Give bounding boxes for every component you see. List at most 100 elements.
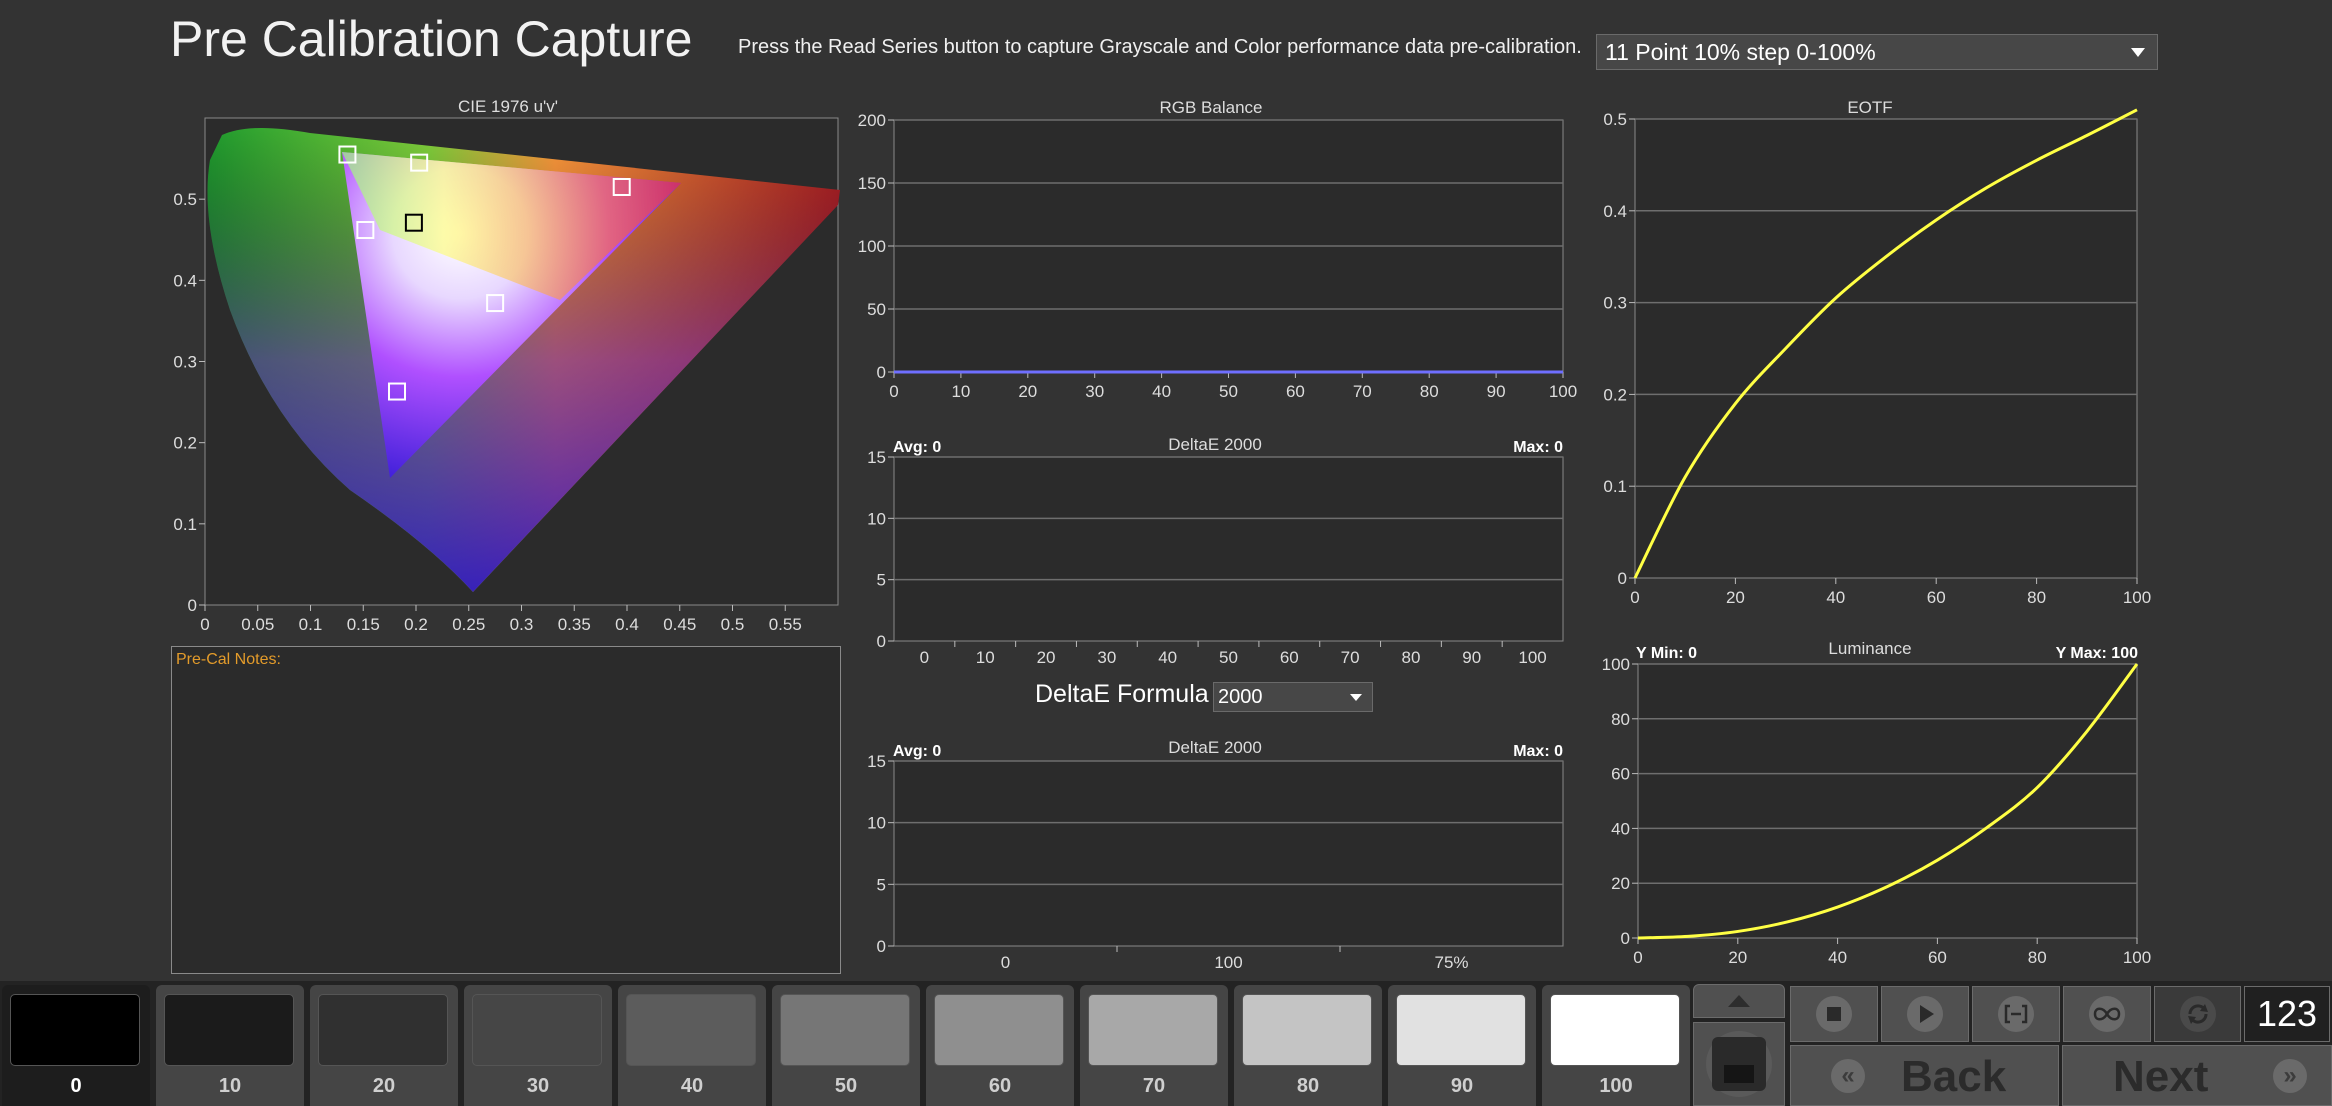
eotf-chart: EOTF 0 0.1 0.2 0.3 0.4 0.5 0 20 40 60 80 100	[1603, 98, 2151, 607]
rgb-xtick-label: 80	[1420, 382, 1439, 401]
de1-plot-area	[893, 456, 1564, 642]
swatch-color-chip	[1242, 994, 1372, 1066]
rgb-balance-chart: RGB Balance 0 50 100 150 200 0 10 20 30 40 50 60 70 8…	[858, 98, 1578, 401]
back-button[interactable]: « Back	[1790, 1045, 2059, 1106]
swatch-button-50[interactable]: 50	[772, 985, 920, 1106]
rgb-ytick-label: 200	[858, 111, 886, 130]
bracket-icon	[1998, 996, 2034, 1032]
deltae-formula-dropdown[interactable]: 2000	[1213, 682, 1373, 712]
swatch-color-chip	[1088, 994, 1218, 1066]
cie-xtick-label: 0.55	[769, 615, 802, 634]
swatch-color-chip	[934, 994, 1064, 1066]
play-button[interactable]	[1881, 986, 1969, 1042]
de1-category-label: 50	[1219, 648, 1238, 667]
luminance-ymin: Y Min: 0	[1636, 645, 1697, 662]
swatch-label: 0	[70, 1075, 82, 1097]
swatch-button-40[interactable]: 40	[618, 985, 766, 1106]
lum-xtick-label: 80	[2028, 948, 2047, 967]
lum-xtick-label: 20	[1728, 948, 1747, 967]
chevron-down-icon[interactable]	[1350, 694, 1362, 701]
notes-panel[interactable]: Pre-Cal Notes:	[171, 646, 841, 974]
lum-xtick-label: 100	[2123, 948, 2151, 967]
swatch-button-60[interactable]: 60	[926, 985, 1074, 1106]
eotf-ytick-label: 0.2	[1603, 385, 1627, 404]
lum-xtick-label: 0	[1633, 948, 1642, 967]
cie-xtick-label: 0.05	[241, 615, 274, 634]
next-button[interactable]: Next »	[2062, 1045, 2332, 1106]
lum-ytick-label: 40	[1611, 819, 1630, 838]
swatch-color-chip	[10, 994, 140, 1066]
refresh-button[interactable]	[2154, 986, 2241, 1042]
read-series-button[interactable]	[1693, 1022, 1785, 1106]
de1-category-label: 0	[920, 648, 929, 667]
swatch-color-chip	[318, 994, 448, 1066]
de1-category-label: 40	[1158, 648, 1177, 667]
cie-chart: CIE 1976 u'v' 0 0.05 0.1 0.15 0.2 0.25 0.3 0.35…	[173, 97, 840, 634]
de1-ytick-label: 5	[877, 571, 886, 590]
stop-button[interactable]	[1790, 986, 1878, 1042]
swatch-button-100[interactable]: 100	[1542, 985, 1690, 1106]
de1-category-label: 30	[1097, 648, 1116, 667]
de2-plot-area	[893, 760, 1564, 947]
rgb-xtick-label: 50	[1219, 382, 1238, 401]
continuous-button[interactable]	[2063, 986, 2151, 1042]
play-icon	[1907, 996, 1943, 1032]
cie-xtick-label: 0.5	[721, 615, 745, 634]
swatch-label: 60	[988, 1075, 1012, 1097]
eotf-ytick-label: 0.3	[1603, 294, 1627, 313]
rgb-xtick-label: 100	[1549, 382, 1577, 401]
swatch-color-chip	[472, 994, 602, 1066]
cie-xtick-label: 0.2	[404, 615, 428, 634]
eotf-plot-area	[1634, 118, 2138, 579]
de2-ytick-label: 5	[877, 875, 886, 894]
cie-ytick-label: 0.1	[173, 515, 197, 534]
swatch-button-90[interactable]: 90	[1388, 985, 1536, 1106]
de1-ytick-label: 0	[877, 632, 886, 651]
rgb-ytick-label: 100	[858, 237, 886, 256]
de2-category-label: 75%	[1434, 953, 1468, 972]
eotf-title: EOTF	[1847, 98, 1892, 117]
deltae-color-chart: Avg: 0 DeltaE 2000 Max: 0 0 5 10 15 0 100 75%	[867, 738, 1564, 972]
eotf-ytick-label: 0.4	[1603, 202, 1627, 221]
swatch-label: 20	[372, 1075, 396, 1097]
notes-label: Pre-Cal Notes:	[176, 651, 281, 668]
swatch-button-0[interactable]: 0	[2, 985, 150, 1106]
deltae-color-title: DeltaE 2000	[1168, 738, 1262, 757]
rgb-xtick-label: 0	[889, 382, 898, 401]
deltae-color-max: Max: 0	[1513, 743, 1563, 760]
de1-category-label: 20	[1037, 648, 1056, 667]
swatch-button-30[interactable]: 30	[464, 985, 612, 1106]
luminance-title: Luminance	[1828, 639, 1911, 658]
infinity-icon	[2089, 996, 2125, 1032]
swatch-button-10[interactable]: 10	[156, 985, 304, 1106]
swatch-label: 90	[1450, 1075, 1474, 1097]
deltae-grayscale-chart: Avg: 0 DeltaE 2000 Max: 0 0 5 10 15 0 10 20 30 4…	[867, 435, 1564, 667]
swatch-label: 50	[834, 1075, 858, 1097]
swatch-color-chip	[780, 994, 910, 1066]
eotf-xtick-label: 100	[2123, 588, 2151, 607]
de1-ytick-label: 15	[867, 448, 886, 467]
lum-ytick-label: 100	[1602, 655, 1630, 674]
eotf-ytick-label: 0.1	[1603, 477, 1627, 496]
next-button-label: Next	[2113, 1052, 2209, 1101]
swatch-button-80[interactable]: 80	[1234, 985, 1382, 1106]
lum-plot-area	[1637, 663, 2138, 939]
eotf-ytick-label: 0.5	[1603, 110, 1627, 129]
de1-category-label: 80	[1401, 648, 1420, 667]
rgb-ytick-label: 0	[877, 363, 886, 382]
swatch-button-20[interactable]: 20	[310, 985, 458, 1106]
step-up-button[interactable]	[1693, 984, 1785, 1018]
cie-ytick-label: 0.5	[173, 190, 197, 209]
de2-ytick-label: 15	[867, 752, 886, 771]
range-button[interactable]	[1972, 986, 2060, 1042]
rgb-xtick-label: 70	[1353, 382, 1372, 401]
triangle-up-icon	[1728, 995, 1750, 1007]
deltae-formula-label: DeltaE Formula	[1035, 680, 1209, 708]
rgb-balance-title: RGB Balance	[1160, 98, 1263, 117]
eotf-xtick-label: 40	[1826, 588, 1845, 607]
rgb-xtick-label: 30	[1085, 382, 1104, 401]
point-counter[interactable]: 123	[2244, 986, 2330, 1042]
cie-xtick-label: 0.35	[558, 615, 591, 634]
swatch-button-70[interactable]: 70	[1080, 985, 1228, 1106]
rgb-xtick-label: 60	[1286, 382, 1305, 401]
